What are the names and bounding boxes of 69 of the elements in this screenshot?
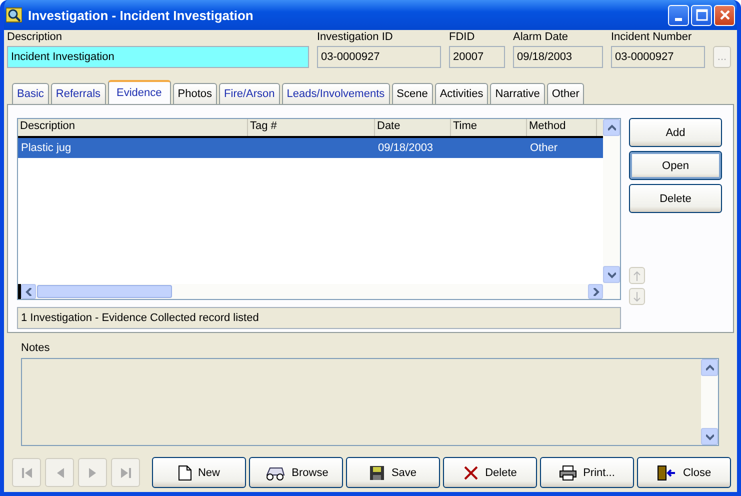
maximize-icon	[696, 9, 708, 21]
text-field[interactable]: Incident Investigation	[7, 46, 309, 68]
side-button[interactable]: Open	[629, 151, 722, 180]
horizontal-scrollbar[interactable]	[18, 284, 603, 299]
maximize-button[interactable]	[691, 4, 712, 26]
vertical-scrollbar[interactable]	[603, 119, 620, 299]
tab[interactable]: Scene	[392, 83, 433, 104]
window-title: Investigation - Incident Investigation	[28, 8, 254, 22]
delete-icon	[463, 464, 480, 480]
column-header[interactable]: Tag #	[248, 119, 375, 136]
text-field[interactable]: 03-0000927	[611, 46, 705, 68]
table-cell: 09/18/2003	[378, 142, 434, 154]
last-icon	[120, 466, 130, 478]
close-icon	[718, 9, 730, 21]
side-button[interactable]: Delete	[629, 184, 722, 213]
page-icon	[178, 464, 192, 480]
scroll-thumb[interactable]	[37, 285, 172, 298]
tab[interactable]: Photos	[172, 83, 218, 104]
up-arrow-icon	[633, 270, 641, 280]
status-text: 1 Investigation - Evidence Collected record listed	[17, 307, 621, 329]
tab[interactable]: Referrals	[50, 83, 106, 104]
field-label: Investigation ID	[317, 31, 394, 43]
exit-door-icon	[656, 464, 677, 480]
previous-icon	[56, 466, 64, 478]
close-button[interactable]	[714, 4, 735, 26]
text-field[interactable]: 03-0000927	[317, 46, 441, 68]
tab[interactable]: Evidence	[108, 80, 171, 104]
tab[interactable]: Narrative	[490, 83, 545, 104]
toolbar-button[interactable]: Close	[637, 457, 731, 488]
minimize-icon	[675, 18, 682, 20]
last-record-button[interactable]	[111, 458, 140, 487]
field-label: Description	[7, 31, 64, 43]
next-record-button[interactable]	[78, 458, 107, 487]
text-field[interactable]: 09/18/2003	[513, 46, 603, 68]
first-record-button[interactable]	[12, 458, 41, 487]
table-cell: Other	[530, 142, 558, 154]
side-button[interactable]: Add	[629, 118, 722, 147]
toolbar-button[interactable]: Browse	[249, 457, 343, 488]
column-header[interactable]: Method	[527, 119, 597, 136]
first-icon	[22, 466, 32, 478]
move-up-button[interactable]	[629, 267, 645, 284]
tab[interactable]: Activities	[434, 83, 488, 104]
table-row[interactable]: Plastic jug 09/18/2003 Other	[18, 138, 603, 158]
toolbar-button[interactable]: Print...	[540, 457, 634, 488]
column-header[interactable]: Time	[451, 119, 527, 136]
column-header[interactable]: Description	[18, 119, 248, 136]
toolbar-button[interactable]: New	[152, 457, 246, 488]
column-header[interactable]: Date	[375, 119, 451, 136]
minimize-button[interactable]	[668, 4, 689, 26]
move-down-button[interactable]	[629, 288, 645, 305]
tab[interactable]: Other	[546, 83, 584, 104]
previous-record-button[interactable]	[45, 458, 74, 487]
tab[interactable]: Leads/Involvements	[282, 83, 390, 104]
field-label: Incident Number	[611, 31, 693, 43]
next-icon	[88, 466, 96, 478]
car-icon	[264, 464, 286, 480]
tab[interactable]: Fire/Arson	[219, 83, 280, 104]
down-arrow-icon	[633, 292, 641, 302]
notes-field[interactable]	[21, 358, 719, 446]
magnifier-icon	[6, 7, 22, 23]
tab[interactable]: Basic	[12, 83, 49, 104]
table-cell: Plastic jug	[21, 142, 72, 154]
field-label: Alarm Date	[513, 31, 570, 43]
text-field[interactable]: 20007	[449, 46, 505, 68]
printer-icon	[559, 464, 578, 480]
field-label: FDID	[449, 31, 476, 43]
toolbar-button[interactable]: Delete	[443, 457, 537, 488]
toolbar-button[interactable]: Save	[346, 457, 440, 488]
notes-label: Notes	[21, 342, 51, 354]
